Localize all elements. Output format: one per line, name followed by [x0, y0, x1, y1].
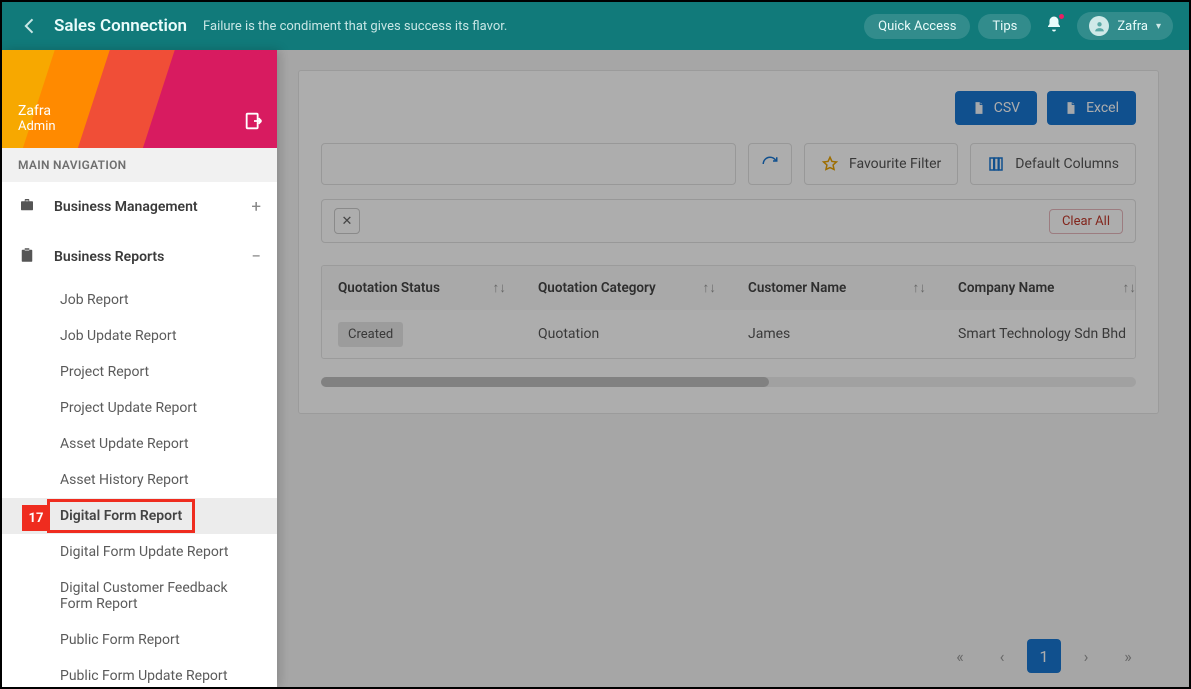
nav-section-label: MAIN NAVIGATION	[2, 148, 277, 182]
tagline-text: Failure is the condiment that gives succ…	[203, 19, 507, 34]
nav-project-report[interactable]: Project Report	[2, 354, 277, 390]
nav-public-form-update-report[interactable]: Public Form Update Report	[2, 658, 277, 687]
nav-job-update-report[interactable]: Job Update Report	[2, 318, 277, 354]
nav-job-report[interactable]: Job Report	[2, 282, 277, 318]
nav-digital-form-report[interactable]: 17 Digital Form Report	[2, 498, 277, 534]
sidebar-user-name: Zafra	[18, 103, 261, 119]
sidebar-user-box: Zafra Admin	[2, 50, 277, 148]
nav-public-form-report[interactable]: Public Form Report	[2, 622, 277, 658]
back-button[interactable]	[18, 14, 42, 38]
nav-list: Business Management + Business Reports −…	[2, 182, 277, 687]
logout-button[interactable]	[243, 110, 265, 136]
logout-icon	[243, 110, 265, 132]
nav-asset-update-report[interactable]: Asset Update Report	[2, 426, 277, 462]
brand-title: Sales Connection	[54, 16, 187, 36]
nav-business-reports[interactable]: Business Reports −	[2, 232, 277, 282]
notifications-button[interactable]	[1045, 15, 1063, 37]
user-name-label: Zafra	[1117, 19, 1148, 34]
briefcase-icon	[18, 196, 40, 218]
tips-button[interactable]: Tips	[978, 14, 1031, 39]
nav-asset-history-report[interactable]: Asset History Report	[2, 462, 277, 498]
step-badge: 17	[22, 505, 50, 531]
nav-digital-form-update-report[interactable]: Digital Form Update Report	[2, 534, 277, 570]
avatar-icon	[1089, 16, 1109, 36]
nav-business-management[interactable]: Business Management +	[2, 182, 277, 232]
collapse-icon: −	[251, 247, 261, 267]
sidebar-user-role: Admin	[18, 119, 261, 134]
clipboard-icon	[18, 246, 40, 268]
user-menu[interactable]: Zafra ▾	[1077, 12, 1173, 40]
expand-icon: +	[251, 197, 261, 217]
nav-project-update-report[interactable]: Project Update Report	[2, 390, 277, 426]
chevron-down-icon: ▾	[1156, 21, 1161, 32]
nav-digital-customer-feedback-form-report[interactable]: Digital Customer Feedback Form Report	[2, 570, 277, 622]
quick-access-button[interactable]: Quick Access	[864, 14, 970, 39]
notification-dot-icon	[1058, 13, 1065, 20]
sidebar: Zafra Admin MAIN NAVIGATION Business Man…	[2, 50, 277, 687]
app-header: Sales Connection Failure is the condimen…	[2, 2, 1189, 50]
